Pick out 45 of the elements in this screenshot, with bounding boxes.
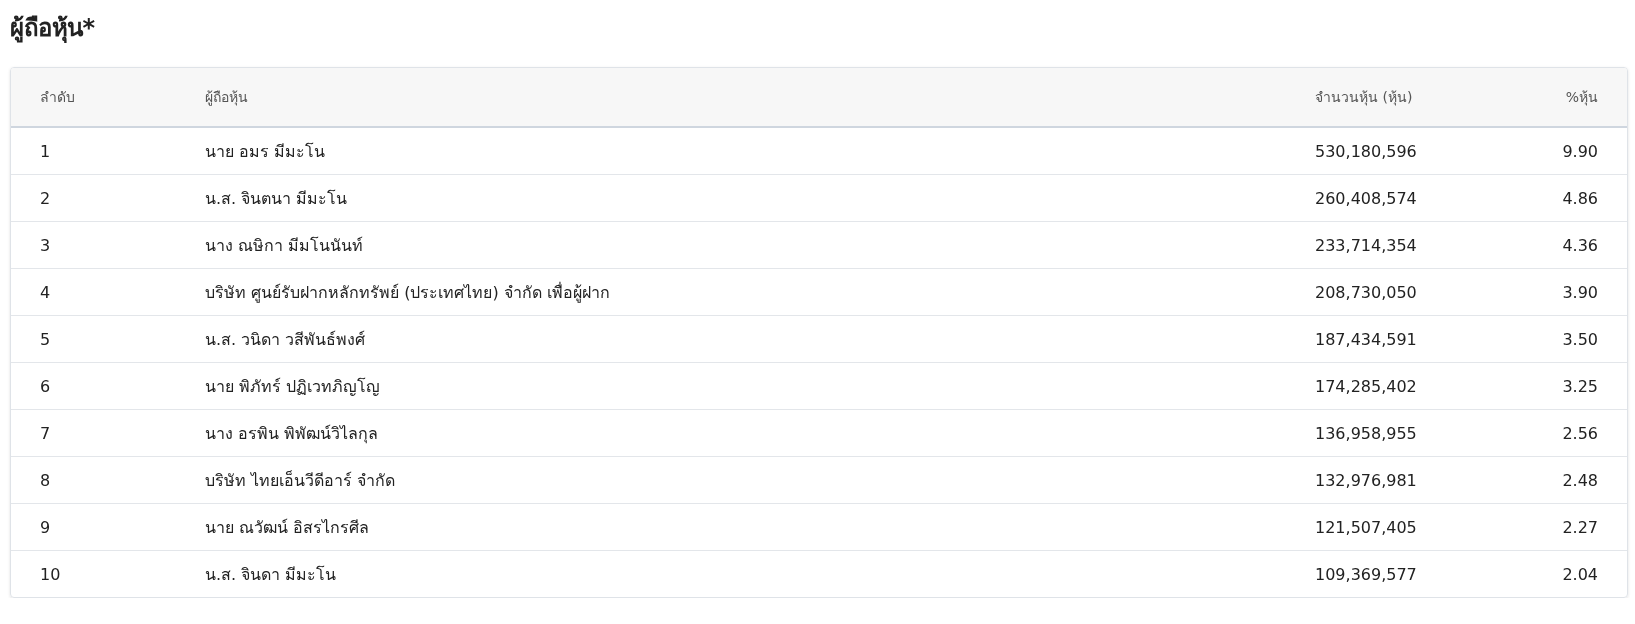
table-cell: 208,730,050	[1315, 268, 1515, 316]
table-cell: 2.04	[1515, 550, 1627, 597]
page-title: ผู้ถือหุ้น*	[10, 13, 96, 45]
table-cell: 136,958,955	[1315, 409, 1515, 457]
table-cell: นาง อรพิน พิพัฒน์วิไลกุล	[205, 409, 1315, 457]
table-cell: น.ส. จินดา มีมะโน	[205, 550, 1315, 597]
table-cell: 3.90	[1515, 268, 1627, 316]
table-cell: 2.48	[1515, 456, 1627, 504]
table-cell: นาย พิภัทร์ ปฏิเวทภิญโญ	[205, 362, 1315, 410]
table-cell: 4.86	[1515, 174, 1627, 222]
table-cell: 233,714,354	[1315, 221, 1515, 269]
column-header: %หุ้น	[1515, 68, 1627, 127]
table-cell: 174,285,402	[1315, 362, 1515, 410]
table-cell: 5	[11, 315, 205, 363]
table-cell: 7	[11, 409, 205, 457]
table-cell: 132,976,981	[1315, 456, 1515, 504]
table-cell: น.ส. จินตนา มีมะโน	[205, 174, 1315, 222]
column-header: จำนวนหุ้น (หุ้น)	[1315, 68, 1515, 127]
table-cell: 9	[11, 503, 205, 551]
table-cell: 4	[11, 268, 205, 316]
table-cell: 10	[11, 550, 205, 597]
table-cell: นาย ณวัฒน์ อิสรไกรศีล	[205, 503, 1315, 551]
table-cell: 2	[11, 174, 205, 222]
table-cell: 6	[11, 362, 205, 410]
column-header: ลำดับ	[11, 68, 205, 127]
table-cell: 3.25	[1515, 362, 1627, 410]
table-cell: 260,408,574	[1315, 174, 1515, 222]
table-cell: บริษัท ไทยเอ็นวีดีอาร์ จำกัด	[205, 456, 1315, 504]
table-cell: 187,434,591	[1315, 315, 1515, 363]
table-cell: 530,180,596	[1315, 127, 1515, 175]
table-cell: น.ส. วนิดา วสีพันธ์พงศ์	[205, 315, 1315, 363]
table-cell: 9.90	[1515, 127, 1627, 175]
table-cell: 109,369,577	[1315, 550, 1515, 597]
table-cell: 8	[11, 456, 205, 504]
table-cell: 3	[11, 221, 205, 269]
table-cell: 121,507,405	[1315, 503, 1515, 551]
table-cell: 2.56	[1515, 409, 1627, 457]
table-cell: 2.27	[1515, 503, 1627, 551]
table-cell: นาย อมร มีมะโน	[205, 127, 1315, 175]
table-cell: 1	[11, 127, 205, 175]
column-header: ผู้ถือหุ้น	[205, 68, 1315, 127]
table-cell: นาง ณษิกา มีมโนนันท์	[205, 221, 1315, 269]
table-cell: บริษัท ศูนย์รับฝากหลักทรัพย์ (ประเทศไทย) จำกัด เพื่อผู้ฝาก	[205, 268, 1315, 316]
table-cell: 3.50	[1515, 315, 1627, 363]
table-cell: 4.36	[1515, 221, 1627, 269]
